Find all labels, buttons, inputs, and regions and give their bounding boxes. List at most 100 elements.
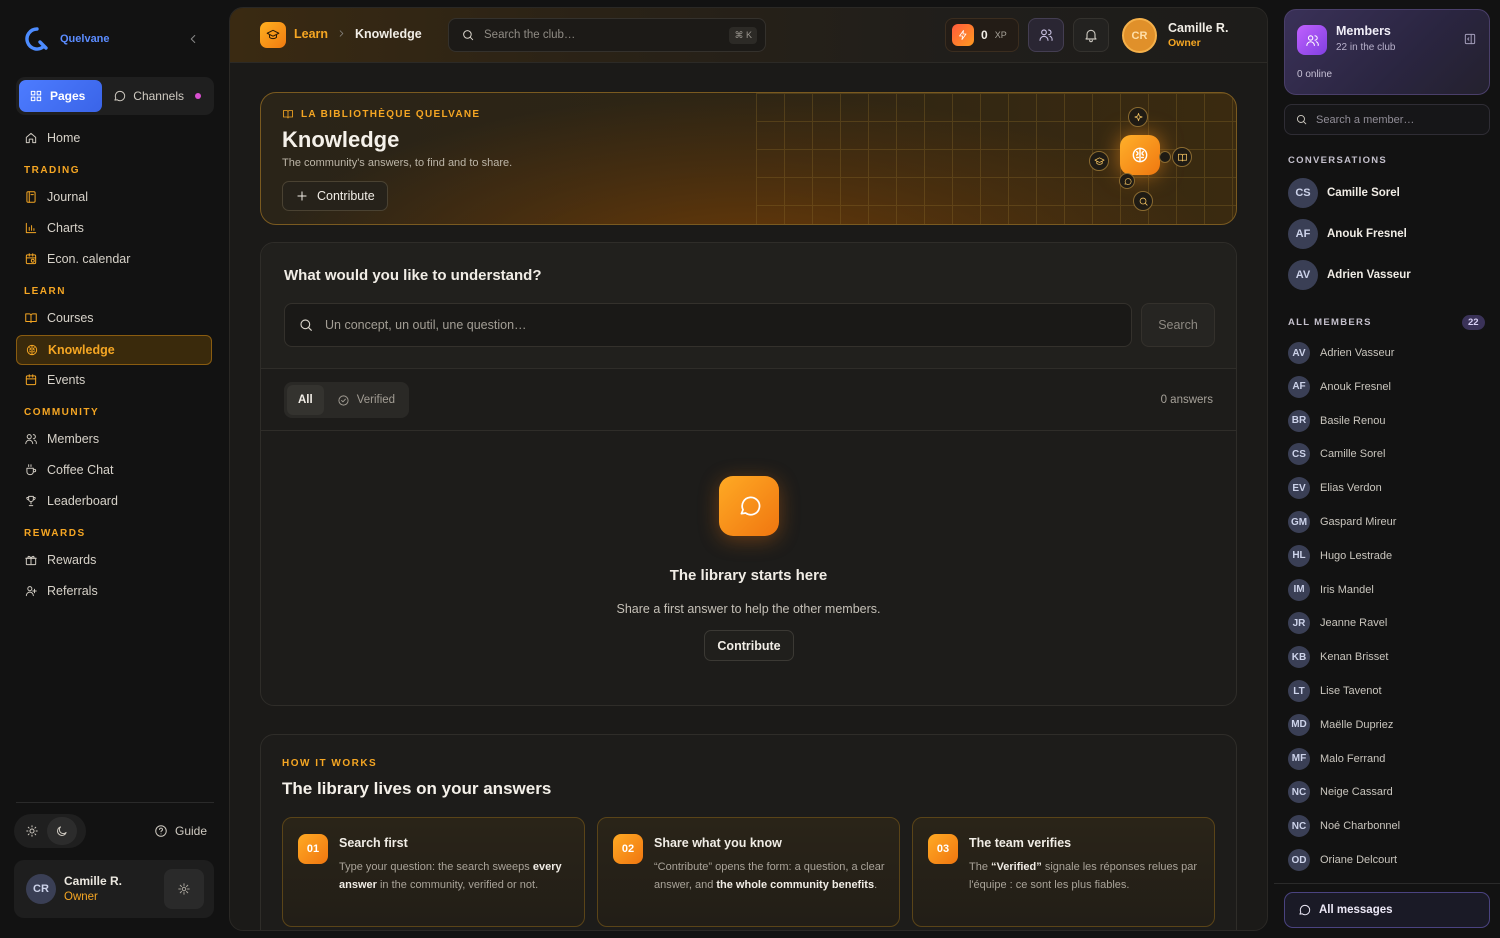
sidebar-item-coffee-chat[interactable]: Coffee Chat [16,455,212,485]
pages-channels-switch: Pages Channels [16,77,214,115]
all-messages-label: All messages [1319,904,1393,916]
book-open-icon [1172,147,1192,167]
member-item[interactable]: LT Lise Tavenot [1288,680,1382,702]
sidebar-item-econ-calendar[interactable]: Econ. calendar [16,244,212,274]
ask-card: What would you like to understand? Un co… [260,242,1237,706]
avatar[interactable]: CR [1122,18,1157,53]
member-name: Basile Renou [1320,414,1386,427]
filter-all[interactable]: All [287,385,324,415]
user-card[interactable]: CR Camille R. Owner [14,860,214,918]
main-panel: Learn Knowledge Search the club… ⌘ K 0 X… [229,7,1268,931]
sidebar-item-label: Courses [47,311,94,325]
member-item[interactable]: OD Oriane Delcourt [1288,849,1397,871]
chevron-right-icon [339,30,344,37]
sidebar-divider [16,802,214,803]
conversation-item[interactable]: AF Anouk Fresnel [1288,218,1407,250]
members-online: 0 online [1297,69,1333,80]
avatar: NC [1288,781,1310,804]
member-item[interactable]: IM Iris Mandel [1288,578,1374,601]
gift-icon [25,555,37,566]
member-item[interactable]: KB Kenan Brisset [1288,646,1388,669]
sidebar-item-label: Knowledge [48,343,115,357]
empty-contribute-button[interactable]: Contribute [704,630,794,661]
brand-name: Quelvane [60,33,110,45]
sidebar-item-members[interactable]: Members [16,424,212,454]
tab-channels[interactable]: Channels [102,80,211,112]
member-item[interactable]: HL Hugo Lestrade [1288,544,1392,567]
sidebar-item-rewards[interactable]: Rewards [16,545,212,575]
member-item[interactable]: AV Adrien Vasseur [1288,342,1394,364]
step-number: 02 [613,834,643,864]
quelvane-logo-icon [25,27,48,51]
member-item[interactable]: AF Anouk Fresnel [1288,375,1391,398]
breadcrumb-learn[interactable]: Learn [294,27,328,41]
member-item[interactable]: JR Jeanne Ravel [1288,612,1388,635]
search-icon [300,319,312,331]
how-eyebrow: HOW IT WORKS [282,758,378,769]
sidebar-item-journal[interactable]: Journal [16,182,212,212]
avatar: AV [1288,260,1318,290]
guide-link[interactable]: Guide [154,824,207,838]
avatar: CR [26,874,56,904]
xp-badge[interactable]: 0 XP [945,18,1019,52]
avatar: IM [1288,578,1310,601]
member-search-input[interactable]: Search a member… [1284,104,1490,135]
members-panel-button[interactable] [1028,18,1064,52]
tab-pages[interactable]: Pages [19,80,103,112]
all-members-label: ALL MEMBERS [1288,317,1372,328]
member-item[interactable]: NC Noé Charbonnel [1288,815,1400,838]
tab-pages-label: Pages [50,89,86,103]
search-button[interactable]: Search [1141,303,1215,347]
breadcrumb-current: Knowledge [355,27,422,41]
chat-bubble-icon [719,476,779,536]
collapse-sidebar-button[interactable] [186,32,200,46]
member-item[interactable]: NC Neige Cassard [1288,781,1393,804]
club-search-input[interactable]: Search the club… ⌘ K [448,18,766,52]
member-item[interactable]: MD Maëlle Dupriez [1288,713,1393,736]
empty-state-subtitle: Share a first answer to help the other m… [616,602,881,616]
section-trading: TRADING [24,165,81,176]
sidebar-item-events[interactable]: Events [16,365,212,395]
trophy-icon [26,495,36,507]
sidebar-item-charts[interactable]: Charts [16,213,212,243]
member-name: Adrien Vasseur [1320,347,1395,359]
sidebar-item-referrals[interactable]: Referrals [16,576,212,606]
avatar: AV [1288,342,1310,364]
member-item[interactable]: MF Malo Ferrand [1288,747,1385,770]
notifications-button[interactable] [1073,18,1109,52]
member-item[interactable]: EV Elias Verdon [1288,477,1382,500]
graduation-cap-icon [1089,151,1109,171]
sidebar-item-courses[interactable]: Courses [16,303,212,333]
sidebar-item-home[interactable]: Home [16,123,212,153]
answers-count: 0 answers [1160,394,1213,406]
sidebar-item-label: Events [47,373,86,387]
brand[interactable]: Quelvane [24,26,110,52]
sidebar-item-leaderboard[interactable]: Leaderboard [16,486,212,516]
dark-mode-button[interactable] [47,817,77,845]
calendar-clock-icon [25,253,37,265]
members-panel: Members 22 in the club 0 online Search a… [1274,0,1500,938]
hero-subtitle: The community's answers, to find and to … [282,157,513,169]
conversation-item[interactable]: AV Adrien Vasseur [1288,259,1411,291]
chat-bubble-icon [1119,173,1135,189]
all-messages-button[interactable]: All messages [1284,892,1490,928]
section-learn: LEARN [24,286,66,297]
knowledge-search-input[interactable]: Un concept, un outil, une question… [284,303,1132,347]
settings-button[interactable] [164,869,204,909]
member-name: Jeanne Ravel [1320,617,1388,630]
sidebar-item-knowledge[interactable]: Knowledge [16,335,212,365]
brain-icon [26,344,38,356]
ask-divider [261,430,1236,431]
member-item[interactable]: BR Basile Renou [1288,409,1386,432]
avatar: NC [1288,815,1310,838]
light-mode-button[interactable] [17,817,47,845]
member-item[interactable]: GM Gaspard Mireur [1288,511,1396,533]
users-icon [1039,29,1053,41]
close-panel-button[interactable] [1463,32,1477,46]
contribute-button[interactable]: Contribute [282,181,388,211]
step-body: The “Verified” signale les réponses relu… [969,861,1198,891]
conversation-item[interactable]: CS Camille Sorel [1288,177,1400,209]
member-item[interactable]: CS Camille Sorel [1288,443,1385,466]
avatar: MD [1288,713,1310,736]
filter-verified[interactable]: Verified [326,385,406,415]
